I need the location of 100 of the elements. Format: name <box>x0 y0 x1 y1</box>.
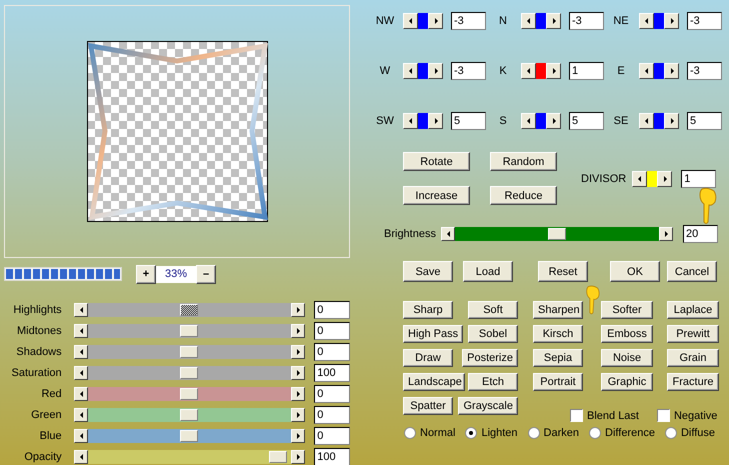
value-field[interactable]: -3 <box>569 12 604 30</box>
filter-button[interactable]: Landscape <box>403 373 465 391</box>
filter-button[interactable]: Soft <box>468 301 518 319</box>
radio-button[interactable]: Difference <box>589 427 655 439</box>
filter-button[interactable]: Grain <box>667 349 719 367</box>
adjustment-slider[interactable] <box>74 408 306 422</box>
slider-label: Green <box>30 408 62 420</box>
brightness-slider[interactable] <box>441 227 673 241</box>
filter-button[interactable]: Portrait <box>533 373 583 391</box>
value-field[interactable]: 5 <box>687 112 722 130</box>
direction-label: K <box>498 65 508 77</box>
slider-label: Red <box>40 388 62 400</box>
filter-button[interactable]: Sepia <box>533 349 583 367</box>
filter-button[interactable]: Laplace <box>667 301 719 319</box>
filter-button[interactable]: Noise <box>601 349 653 367</box>
value-field[interactable]: 0 <box>314 384 350 402</box>
filter-button[interactable]: Emboss <box>601 325 653 343</box>
value-field[interactable]: 0 <box>314 322 350 340</box>
filter-button[interactable]: Spatter <box>403 397 453 415</box>
direction-label: E <box>616 65 626 77</box>
radio-button[interactable]: Darken <box>528 427 580 439</box>
adjustment-slider[interactable] <box>74 324 306 338</box>
transform-button[interactable]: Reduce <box>490 186 557 205</box>
action-button[interactable]: Load <box>463 261 513 282</box>
value-field[interactable]: -3 <box>451 12 486 30</box>
direction-spinner[interactable] <box>403 113 443 129</box>
filter-button[interactable]: High Pass <box>403 325 464 343</box>
value-field[interactable]: 0 <box>314 406 350 424</box>
direction-spinner[interactable] <box>639 63 679 79</box>
zoom-out-button[interactable]: – <box>196 264 216 284</box>
direction-label: SE <box>612 115 630 127</box>
value-field[interactable]: -3 <box>687 62 722 80</box>
filter-button[interactable]: Graphic <box>601 373 653 391</box>
direction-spinner[interactable] <box>521 113 561 129</box>
direction-spinner[interactable] <box>639 113 679 129</box>
direction-spinner[interactable] <box>403 63 443 79</box>
divisor-spinner[interactable] <box>632 170 672 186</box>
adjustment-slider[interactable] <box>74 302 306 316</box>
adjustment-slider[interactable] <box>74 450 306 464</box>
checkbox[interactable]: Blend Last <box>570 409 639 422</box>
direction-label: SW <box>375 115 395 127</box>
value-field[interactable]: 0 <box>314 300 350 318</box>
direction-label: S <box>498 115 508 127</box>
value-field[interactable]: -3 <box>451 62 486 80</box>
direction-label: NW <box>374 15 396 27</box>
slider-label: Opacity <box>23 450 62 462</box>
filter-button[interactable]: Prewitt <box>667 325 719 343</box>
value-field[interactable]: 0 <box>314 426 350 444</box>
value-field[interactable]: 5 <box>569 112 604 130</box>
action-button[interactable]: Cancel <box>667 261 717 282</box>
direction-label: N <box>498 15 508 27</box>
filter-button[interactable]: Posterize <box>462 349 518 367</box>
direction-spinner[interactable] <box>521 63 561 79</box>
filter-button[interactable]: Kirsch <box>533 325 583 343</box>
brightness-label: Brightness <box>384 228 437 240</box>
action-button[interactable]: OK <box>610 261 660 282</box>
slider-label: Shadows <box>15 346 62 358</box>
direction-label: NE <box>612 15 630 27</box>
filter-button[interactable]: Draw <box>403 349 453 367</box>
slider-label: Midtones <box>16 324 62 336</box>
filter-button[interactable]: Grayscale <box>458 397 518 415</box>
filter-button[interactable]: Sharpen <box>533 301 583 319</box>
filter-button[interactable]: Sharp <box>403 301 453 319</box>
zoom-value: 33% <box>156 266 196 282</box>
action-button[interactable]: Save <box>403 261 453 282</box>
direction-spinner[interactable] <box>403 13 443 29</box>
divisor-label: DIVISOR <box>581 172 626 184</box>
brightness-field[interactable]: 20 <box>683 225 718 243</box>
action-button[interactable]: Reset <box>538 261 588 282</box>
adjustment-slider[interactable] <box>74 344 306 358</box>
transform-button[interactable]: Increase <box>403 186 470 205</box>
radio-button[interactable]: Normal <box>404 427 456 439</box>
transform-button[interactable]: Random <box>490 152 557 171</box>
transform-button[interactable]: Rotate <box>403 152 470 171</box>
direction-spinner[interactable] <box>521 13 561 29</box>
value-field[interactable]: 1 <box>569 62 604 80</box>
slider-label: Blue <box>38 430 62 442</box>
checkbox[interactable]: Negative <box>656 409 718 422</box>
radio-button[interactable]: Lighten <box>465 427 518 439</box>
radio-button[interactable]: Diffuse <box>664 427 715 439</box>
zoom-in-button[interactable]: + <box>136 264 156 284</box>
filter-button[interactable]: Etch <box>468 373 518 391</box>
value-field[interactable]: 100 <box>314 448 350 465</box>
direction-label: W <box>378 65 392 77</box>
divisor-field[interactable]: 1 <box>681 170 716 188</box>
filter-button[interactable]: Softer <box>601 301 653 319</box>
adjustment-slider[interactable] <box>74 366 306 380</box>
value-field[interactable]: 0 <box>314 342 350 360</box>
filter-button[interactable]: Sobel <box>468 325 518 343</box>
slider-label: Highlights <box>12 304 62 316</box>
pointing-hand-icon <box>585 285 601 315</box>
pointing-hand-icon <box>698 187 718 225</box>
slider-label: Saturation <box>10 366 62 378</box>
value-field[interactable]: 5 <box>451 112 486 130</box>
adjustment-slider[interactable] <box>74 428 306 442</box>
value-field[interactable]: 100 <box>314 364 350 382</box>
filter-button[interactable]: Fracture <box>667 373 719 391</box>
value-field[interactable]: -3 <box>687 12 722 30</box>
direction-spinner[interactable] <box>639 13 679 29</box>
adjustment-slider[interactable] <box>74 386 306 400</box>
